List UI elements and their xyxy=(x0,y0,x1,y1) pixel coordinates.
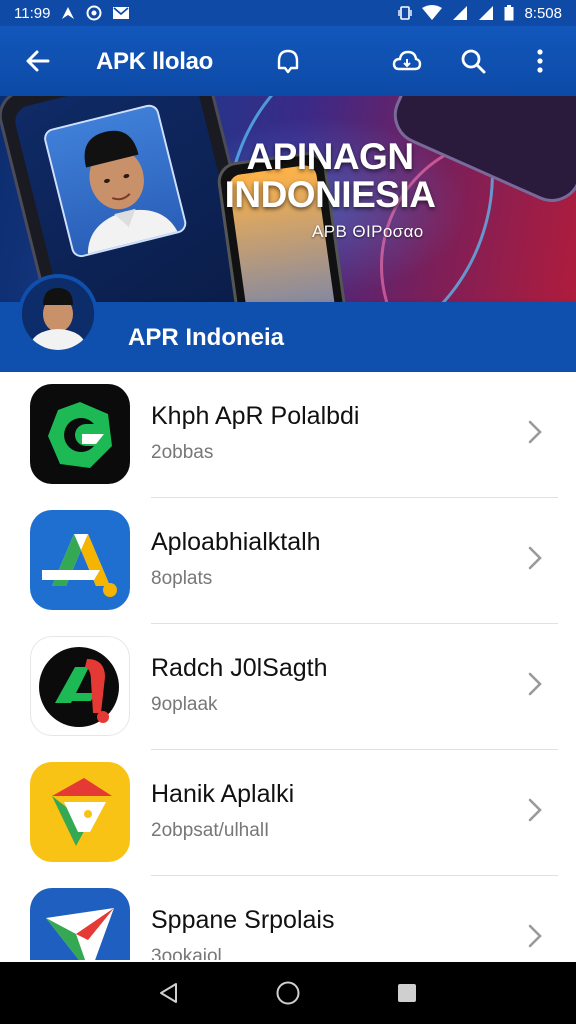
app-name: Hanik Aplalki xyxy=(151,780,295,808)
chevron-right-icon xyxy=(522,796,546,824)
cloud-icon[interactable] xyxy=(389,43,425,79)
chat-bubble-icon[interactable] xyxy=(270,43,306,79)
search-icon[interactable] xyxy=(455,43,491,79)
app-subtitle: 3ookaiol xyxy=(151,946,222,960)
signal-icon xyxy=(452,5,468,21)
chevron-right-icon xyxy=(522,418,546,446)
back-triangle-icon[interactable] xyxy=(149,973,189,1013)
status-time: 11:99 xyxy=(14,4,51,22)
chevron-right-icon xyxy=(522,922,546,950)
list-item[interactable]: Hanik Aplalki 2obpsat/ulhalI xyxy=(0,750,576,876)
app-name: Sppane Srpolais xyxy=(151,906,335,934)
app-subtitle: 8oplats xyxy=(151,568,213,589)
battery-icon xyxy=(504,5,514,21)
banner-subtitle: ΑΡΒ ΘΙΡοσαο xyxy=(312,222,424,241)
wifi-icon xyxy=(422,5,443,21)
nav-arrow-icon xyxy=(60,5,76,21)
app-bar: APK llolao xyxy=(0,26,576,96)
list-item[interactable]: Aploabhialktalh 8oplats xyxy=(0,498,576,624)
promo-banner[interactable]: APINAGN INDONIESIA ΑΡΒ ΘΙΡοσαο xyxy=(0,96,576,302)
list-item[interactable]: Khph ApR Polalbdi 2obbas xyxy=(0,372,576,498)
app-name: Radch J0lSagth xyxy=(151,654,328,682)
chevron-right-icon xyxy=(522,544,546,572)
profile-name: APR Indoneia xyxy=(128,324,285,351)
back-arrow-icon[interactable] xyxy=(20,43,56,79)
status-bar: 11:99 8:508 xyxy=(0,0,576,26)
app-icon xyxy=(30,384,130,484)
banner-title: APINAGN INDONIESIA xyxy=(200,138,460,214)
mail-icon xyxy=(112,5,130,21)
more-vert-icon[interactable] xyxy=(522,43,558,79)
app-name: Aploabhialktalh xyxy=(151,528,321,556)
status-bar-left: 11:99 xyxy=(14,5,130,22)
app-name: Khph ApR Polalbdi xyxy=(151,402,360,430)
app-subtitle: 9oplaak xyxy=(151,694,218,715)
signal-icon xyxy=(478,5,494,21)
home-circle-icon[interactable] xyxy=(268,973,308,1013)
app-icon xyxy=(30,636,130,736)
app-title: APK llolao xyxy=(96,48,214,75)
app-icon xyxy=(30,762,130,862)
chevron-right-icon xyxy=(522,670,546,698)
app-icon xyxy=(30,510,130,610)
portrait-image xyxy=(42,102,189,260)
avatar[interactable] xyxy=(18,274,98,354)
banner-title-line: INDONIESIA xyxy=(224,174,436,215)
app-icon xyxy=(30,888,130,960)
list-item[interactable]: Sppane Srpolais 3ookaiol xyxy=(0,876,576,960)
app-subtitle: 2obpsat/ulhalI xyxy=(151,820,270,841)
vibrate-icon xyxy=(398,5,413,21)
system-nav-bar xyxy=(0,962,576,1024)
app-subtitle: 2obbas xyxy=(151,442,214,463)
app-list: Khph ApR Polalbdi 2obbas Aploabhialktalh… xyxy=(0,372,576,960)
brand-icon xyxy=(86,5,102,21)
status-clock-right: 8:508 xyxy=(524,4,562,22)
status-bar-right: 8:508 xyxy=(398,5,562,22)
recents-square-icon[interactable] xyxy=(387,973,427,1013)
banner-title-line: APINAGN xyxy=(246,136,414,177)
list-item[interactable]: Radch J0lSagth 9oplaak xyxy=(0,624,576,750)
